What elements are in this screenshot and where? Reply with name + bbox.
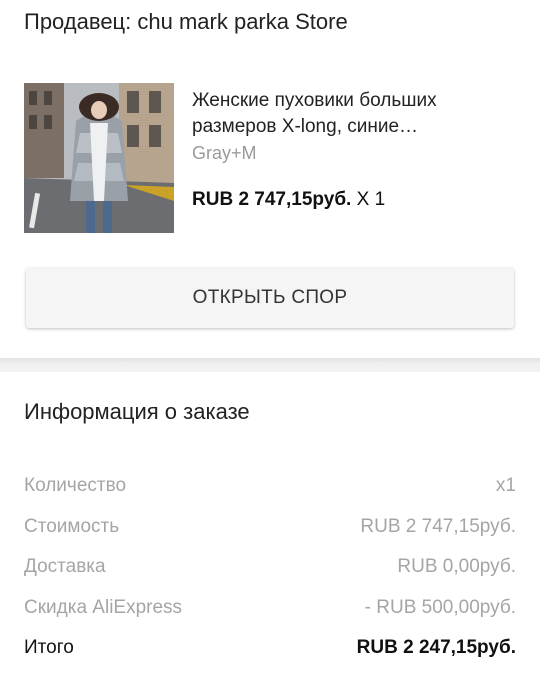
order-row-shipping: Доставка RUB 0,00руб. [24,552,516,593]
product-quantity: X 1 [356,189,386,210]
row-value: RUB 2 247,15руб. [356,637,516,658]
row-label: Количество [24,475,127,496]
product-card[interactable]: Женские пуховики больших размеров X-long… [24,83,516,233]
product-photo-icon [24,83,174,233]
row-label: Стоимость [24,515,120,537]
seller-name[interactable]: Продавец: chu mark parka Store [24,9,348,35]
row-label: Скидка AliExpress [24,596,183,618]
row-value: - RUB 500,00руб. [364,596,516,618]
order-row-quantity: Количество x1 [24,471,516,512]
row-value: RUB 0,00руб. [397,556,516,577]
order-row-cost: Стоимость RUB 2 747,15руб. [24,512,516,553]
row-value: x1 [495,475,516,496]
order-row-discount: Скидка AliExpress - RUB 500,00руб. [24,593,516,634]
row-label: Итого [24,637,74,658]
order-info-table: Количество x1 Стоимость RUB 2 747,15руб.… [24,471,516,674]
row-value: RUB 2 747,15руб. [360,515,516,537]
product-image[interactable] [24,83,174,233]
section-divider [0,358,540,372]
open-dispute-button[interactable]: ОТКРЫТЬ СПОР [26,268,514,328]
row-label: Доставка [24,556,106,577]
product-price: RUB 2 747,15руб. [192,189,352,210]
order-info-title: Информация о заказе [24,399,250,424]
order-row-total: Итого RUB 2 247,15руб. [24,633,516,674]
product-title[interactable]: Женские пуховики больших размеров X-long… [192,88,522,140]
product-variant: Gray+M [192,143,257,163]
product-price-line: RUB 2 747,15руб. X 1 [192,189,385,211]
